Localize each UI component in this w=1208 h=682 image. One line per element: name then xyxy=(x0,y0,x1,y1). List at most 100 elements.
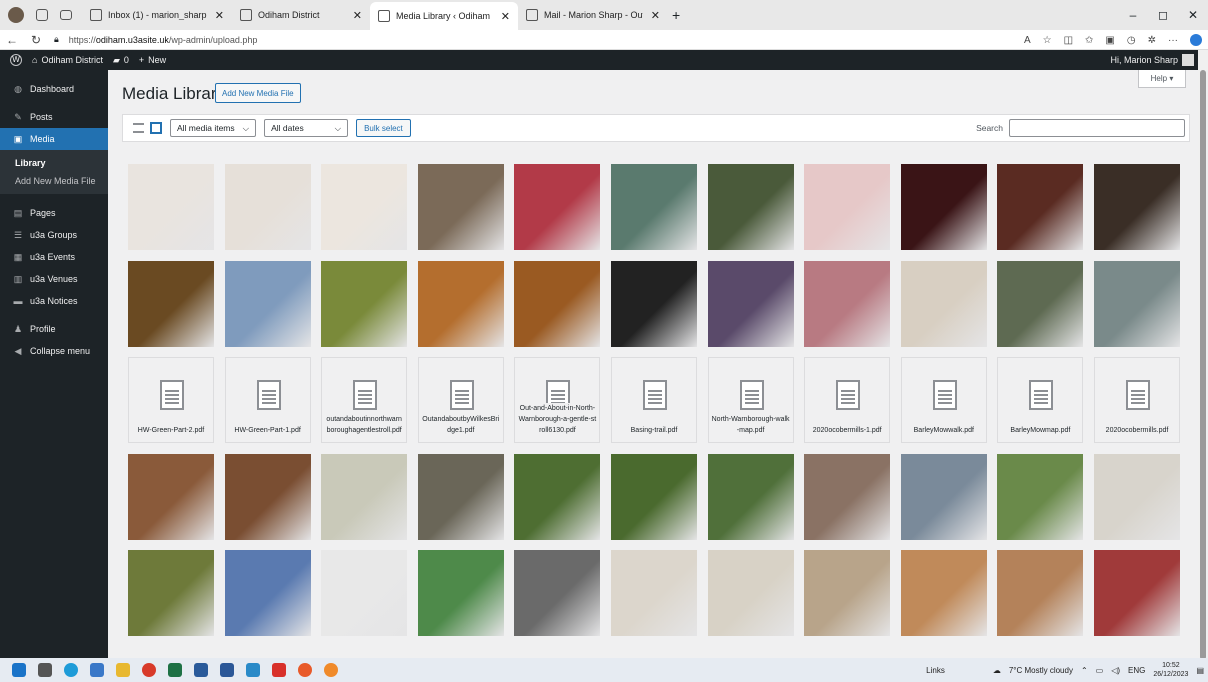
grid-view-icon[interactable] xyxy=(150,122,162,134)
attachment-image[interactable] xyxy=(611,164,697,250)
weather-text[interactable]: 7°C Mostly cloudy xyxy=(1009,666,1073,675)
tray-overflow-icon[interactable]: ⌃ xyxy=(1081,666,1088,675)
app-icon-blue[interactable] xyxy=(194,663,208,677)
attachment-image[interactable] xyxy=(417,164,504,250)
attachment-image[interactable] xyxy=(417,260,504,347)
search-input[interactable] xyxy=(1009,119,1185,137)
collections-icon[interactable]: ▣ xyxy=(1105,35,1114,46)
sidebar-item-u3a-groups[interactable]: ☰ u3a Groups xyxy=(0,224,108,246)
copilot-icon[interactable] xyxy=(1190,34,1202,46)
attachment-image[interactable] xyxy=(417,550,504,636)
attachment-image[interactable] xyxy=(707,260,794,347)
site-name-link[interactable]: ⌂ Odiham District xyxy=(32,55,103,65)
page-info-icon[interactable]: 🔒︎ xyxy=(54,34,59,45)
attachment-image[interactable] xyxy=(128,164,214,250)
attachment-image[interactable] xyxy=(804,260,891,347)
attachment-pdf[interactable]: HW-Green-Part-2.pdf xyxy=(128,357,214,443)
excel-icon[interactable] xyxy=(168,663,182,677)
acrobat-icon[interactable] xyxy=(272,663,286,677)
weather-icon[interactable]: ☁ xyxy=(993,666,1001,675)
clock[interactable]: 10:52 26/12/2023 xyxy=(1153,661,1188,679)
attachment-image[interactable] xyxy=(997,164,1084,250)
attachment-image[interactable] xyxy=(321,550,408,636)
scrollbar-thumb[interactable] xyxy=(1200,70,1206,660)
more-menu-icon[interactable]: ··· xyxy=(1168,35,1178,46)
attachment-pdf[interactable]: BarleyMowmap.pdf xyxy=(997,357,1084,443)
attachment-image[interactable] xyxy=(224,164,311,250)
word-icon[interactable] xyxy=(220,663,234,677)
read-aloud-icon[interactable]: A xyxy=(1024,35,1031,46)
attachment-image[interactable] xyxy=(514,453,601,540)
my-account-link[interactable]: Hi, Marion Sharp xyxy=(1110,50,1194,70)
volume-icon[interactable]: ◁) xyxy=(1111,666,1120,675)
help-tab-button[interactable]: Help ▾ xyxy=(1138,70,1186,88)
browser-tab[interactable]: Mail - Marion Sharp - Outlook✕ xyxy=(518,0,668,30)
attachment-image[interactable] xyxy=(900,164,987,250)
attachment-image[interactable] xyxy=(707,164,794,250)
media-type-filter[interactable]: All media items ⌵ xyxy=(170,119,257,137)
sidebar-item-dashboard[interactable]: ◍ Dashboard xyxy=(0,78,108,100)
attachment-image[interactable] xyxy=(707,550,794,636)
attachment-image[interactable] xyxy=(804,164,891,250)
wordpress-logo-icon[interactable]: W xyxy=(10,54,22,66)
app-icon-orange[interactable] xyxy=(298,663,312,677)
new-content-link[interactable]: + New xyxy=(139,55,166,65)
store-icon[interactable] xyxy=(90,663,104,677)
app-icon-red[interactable] xyxy=(142,663,156,677)
attachment-pdf[interactable]: HW-Green-Part-1.pdf xyxy=(224,357,311,443)
restore-button[interactable]: ◻ xyxy=(1148,0,1178,30)
tab-close-icon[interactable]: ✕ xyxy=(207,9,224,22)
attachment-image[interactable] xyxy=(128,453,214,540)
notifications-icon[interactable]: ▤ xyxy=(1196,666,1204,675)
attachment-pdf[interactable]: outandaboutinnorthwarnboroughagentlestro… xyxy=(321,357,408,443)
tab-close-icon[interactable]: ✕ xyxy=(643,9,660,22)
attachment-pdf[interactable]: 2020ocobermills-1.pdf xyxy=(804,357,891,443)
comments-link[interactable]: ▰ 0 xyxy=(113,55,129,66)
tab-close-icon[interactable]: ✕ xyxy=(345,9,362,22)
history-icon[interactable]: ◷ xyxy=(1127,35,1136,46)
attachment-pdf[interactable]: BarleyMowwalk.pdf xyxy=(900,357,987,443)
attachment-image[interactable] xyxy=(1094,550,1180,636)
task-view-icon[interactable] xyxy=(38,663,52,677)
edge-icon[interactable] xyxy=(64,663,78,677)
sidebar-item-collapse-menu[interactable]: ◀ Collapse menu xyxy=(0,340,108,362)
start-icon[interactable] xyxy=(12,663,26,677)
sidebar-item-pages[interactable]: ▤ Pages xyxy=(0,202,108,224)
attachment-image[interactable] xyxy=(900,550,987,636)
attachment-image[interactable] xyxy=(611,550,697,636)
app-icon-teal[interactable] xyxy=(246,663,260,677)
attachment-image[interactable] xyxy=(514,164,601,250)
attachment-image[interactable] xyxy=(1094,453,1180,540)
sidebar-item-profile[interactable]: ♟ Profile xyxy=(0,318,108,340)
file-explorer-icon[interactable] xyxy=(116,663,130,677)
date-filter[interactable]: All dates ⌵ xyxy=(264,119,349,137)
attachment-image[interactable] xyxy=(224,260,311,347)
extensions-icon[interactable]: ✲ xyxy=(1148,35,1156,46)
attachment-pdf[interactable]: OutandaboutbyWilkesBridge1.pdf xyxy=(417,357,504,443)
attachment-pdf[interactable]: Out-and-About-in-North-Warnborough-a-gen… xyxy=(514,357,601,443)
url-field[interactable]: https://odiham.u3asite.uk/wp-admin/uploa… xyxy=(69,35,258,45)
sidebar-item-u3a-venues[interactable]: ▥ u3a Venues xyxy=(0,268,108,290)
browser-tab[interactable]: Odiham District ✕ xyxy=(232,0,370,30)
firefox-icon[interactable] xyxy=(324,663,338,677)
network-icon[interactable]: ▭ xyxy=(1096,666,1104,675)
attachment-image[interactable] xyxy=(514,550,601,636)
page-scrollbar[interactable] xyxy=(1198,50,1208,660)
attachment-pdf[interactable]: Basing-trail.pdf xyxy=(611,357,697,443)
attachment-image[interactable] xyxy=(707,453,794,540)
attachment-image[interactable] xyxy=(997,453,1084,540)
favorite-star-icon[interactable]: ☆ xyxy=(1043,35,1052,46)
attachment-image[interactable] xyxy=(997,550,1084,636)
attachment-image[interactable] xyxy=(804,550,891,636)
new-tab-button[interactable]: + xyxy=(672,7,680,23)
attachment-image[interactable] xyxy=(611,260,697,347)
attachment-image[interactable] xyxy=(321,260,408,347)
minimize-button[interactable]: – xyxy=(1118,0,1148,30)
tab-close-icon[interactable]: ✕ xyxy=(493,10,510,23)
favorites-icon[interactable]: ✩ xyxy=(1085,35,1093,46)
sidebar-item-posts[interactable]: ✎ Posts xyxy=(0,106,108,128)
attachment-pdf[interactable]: North-Warnborough-walk-map.pdf xyxy=(707,357,794,443)
attachment-image[interactable] xyxy=(128,550,214,636)
attachment-image[interactable] xyxy=(321,164,408,250)
attachment-image[interactable] xyxy=(417,453,504,540)
